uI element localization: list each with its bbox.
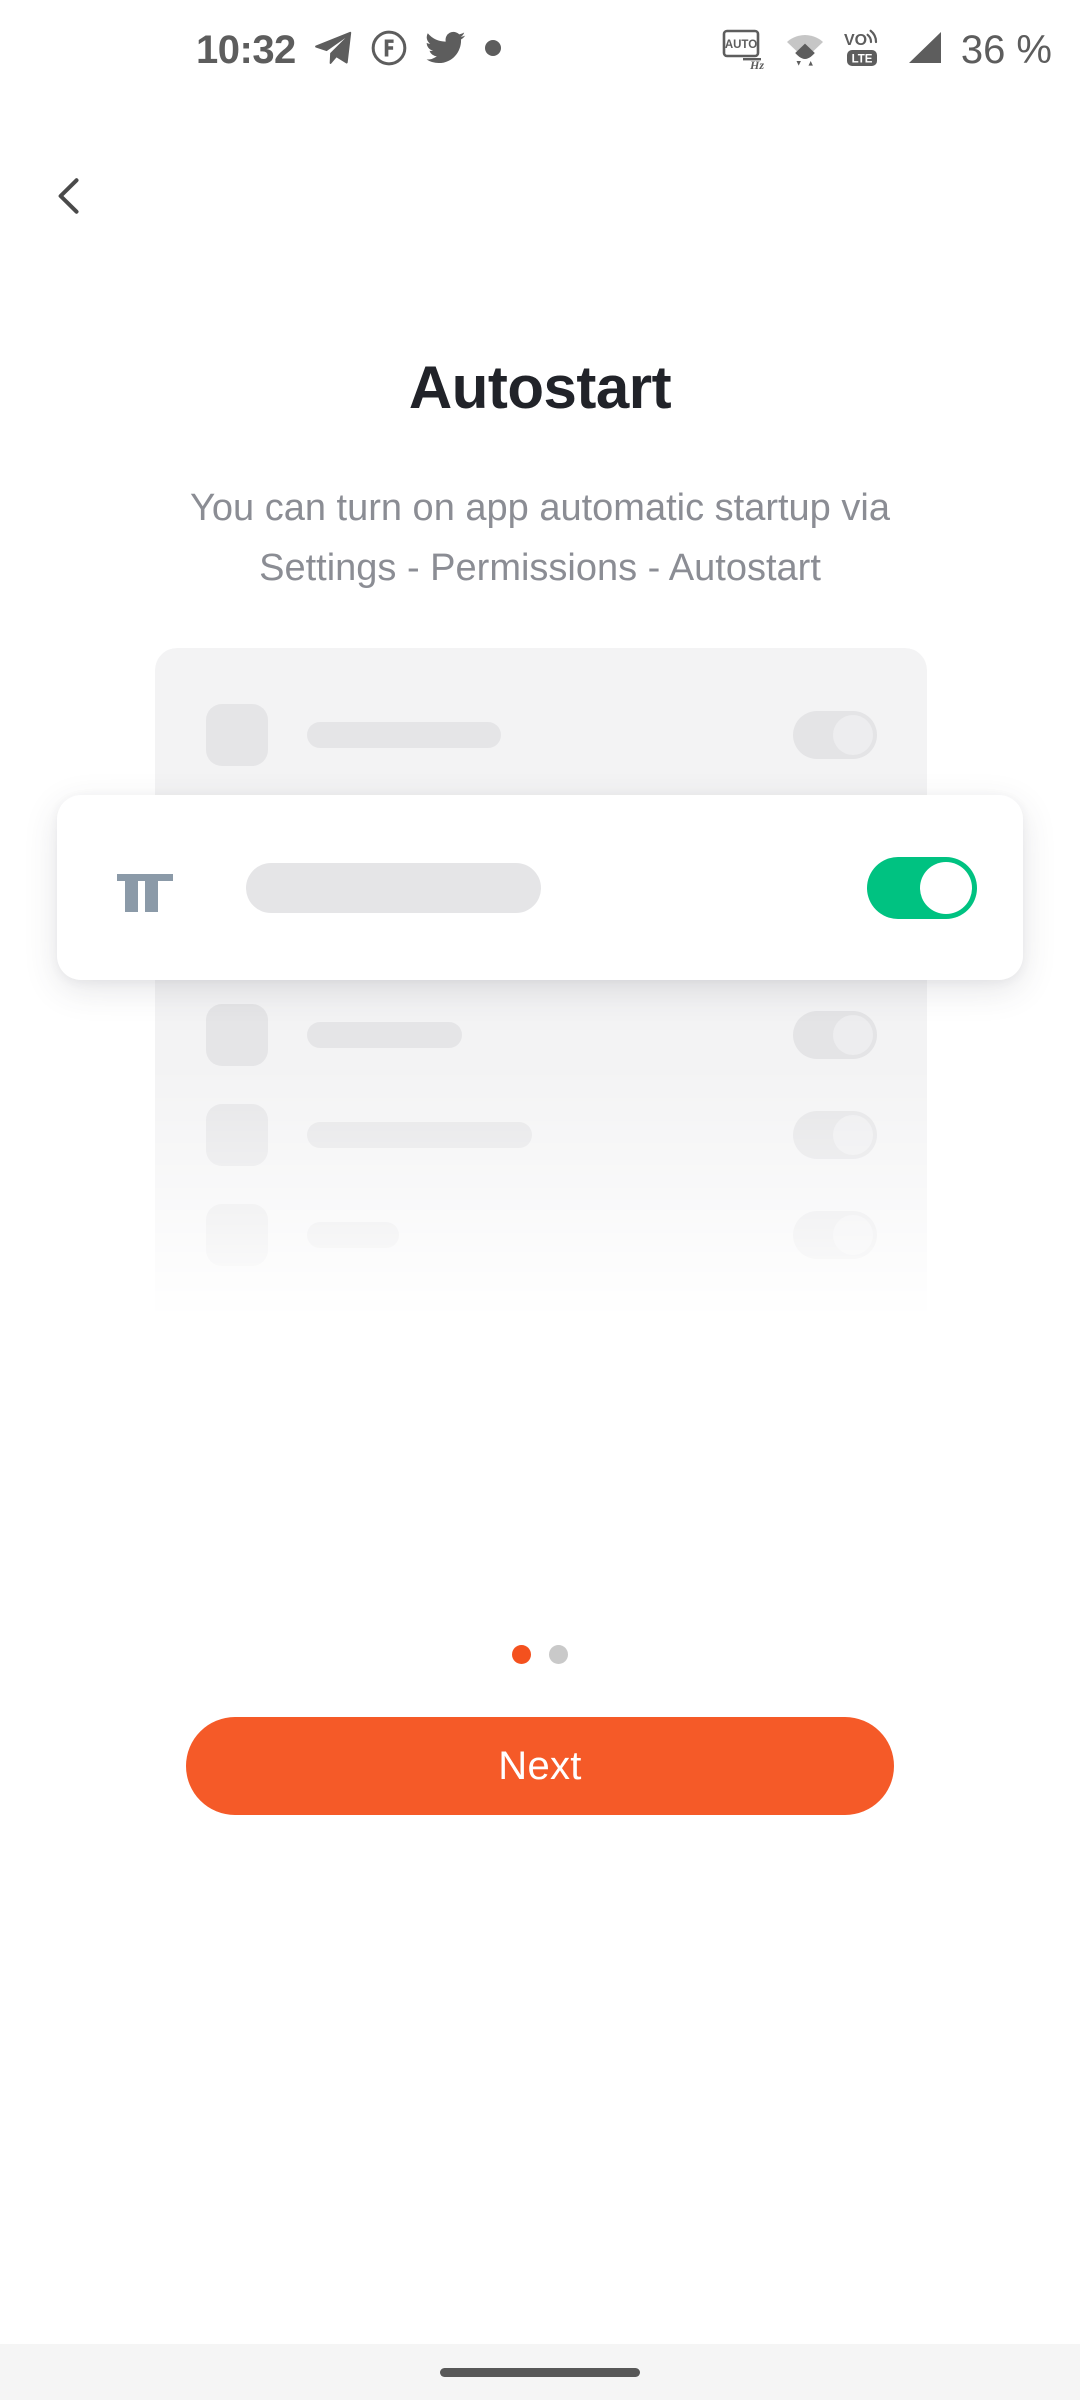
svg-text:AUTO: AUTO [725,39,757,51]
placeholder-app-icon [206,1104,268,1166]
status-bar-right: AUTO Hz VO LTE 36 % [721,26,1052,75]
placeholder-label-bar [307,1022,462,1048]
chevron-left-icon [47,173,93,224]
svg-text:LTE: LTE [851,53,872,65]
list-item [155,1190,927,1280]
page-dot-1[interactable] [512,1645,531,1664]
gesture-home-handle[interactable] [440,2367,640,2377]
placeholder-label-bar [307,1122,532,1148]
svg-text:Hz: Hz [749,58,764,70]
background-settings-list [155,648,927,1320]
volte-icon: VO LTE [841,26,889,75]
list-item [155,1090,927,1180]
battery-percentage: 36 % [960,28,1052,72]
wifi-icon [783,26,827,75]
page-dot-2[interactable] [549,1645,568,1664]
list-item [155,690,927,780]
placeholder-label-bar [307,1222,399,1248]
placeholder-app-icon [206,704,268,766]
auto-refresh-rate-icon: AUTO Hz [721,26,769,75]
status-time: 10:32 [196,28,296,72]
twitter-icon [425,27,467,74]
f-droid-icon [370,29,408,72]
page-title: Autostart [408,354,672,421]
placeholder-app-icon [206,1204,268,1266]
next-button[interactable]: Next [186,1717,894,1815]
status-bar: 10:32 AUTO Hz VO LTE 36 % [0,0,1080,100]
autostart-toggle-on[interactable] [867,857,977,919]
cellular-signal-icon [903,26,947,75]
app-glyph-icon [100,841,194,935]
highlighted-autostart-row[interactable] [57,795,1023,980]
placeholder-app-icon [206,1004,268,1066]
status-bar-left: 10:32 [0,27,502,74]
placeholder-toggle-off [793,711,877,759]
back-button[interactable] [14,142,126,254]
svg-text:VO: VO [844,32,867,49]
placeholder-label-bar [307,722,501,748]
app-screen: 10:32 AUTO Hz VO LTE 36 % Autostart You … [0,0,1080,2400]
system-navigation-bar [0,2344,1080,2400]
placeholder-toggle-off [793,1011,877,1059]
telegram-icon [313,28,353,73]
list-item [155,990,927,1080]
placeholder-label-bar [246,863,541,913]
notification-dot-icon [484,39,502,62]
placeholder-toggle-off [793,1211,877,1259]
toggle-knob [920,862,972,914]
page-indicator [0,1645,1080,1664]
page-subtitle: You can turn on app automatic startup vi… [190,487,890,589]
autostart-settings-illustration [0,648,1080,1320]
placeholder-toggle-off [793,1111,877,1159]
